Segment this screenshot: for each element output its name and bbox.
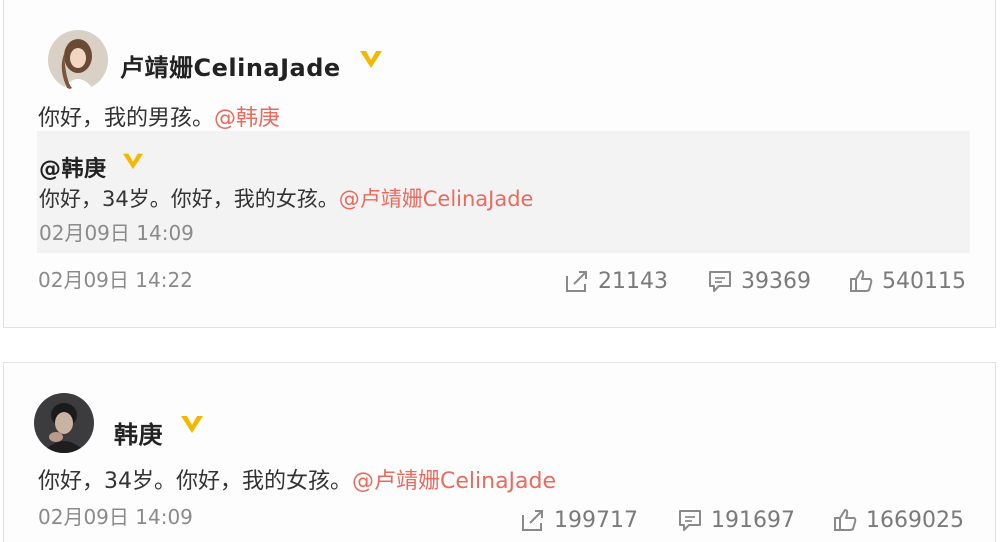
like-count: 540115 xyxy=(882,268,966,294)
author-name[interactable]: 韩庚 xyxy=(114,415,163,450)
verified-v-icon xyxy=(360,51,382,68)
post-text: 你好，34岁。你好，我的女孩。@卢靖姗CelinaJade xyxy=(38,463,556,495)
post-timestamp[interactable]: 02月09日 14:22 xyxy=(38,264,193,293)
mention-link[interactable]: @卢靖姗CelinaJade xyxy=(352,469,556,494)
comment-count: 191697 xyxy=(711,507,795,533)
author-name[interactable]: 卢靖姗CelinaJade xyxy=(120,48,341,83)
mention-link[interactable]: @韩庚 xyxy=(214,106,280,131)
comment-button[interactable]: 191697 xyxy=(677,507,795,533)
like-icon xyxy=(834,509,857,531)
post-card: 韩庚 你好，34岁。你好，我的女孩。@卢靖姗CelinaJade 02月09日 … xyxy=(3,362,996,542)
like-button[interactable]: 540115 xyxy=(848,268,966,294)
share-count: 21143 xyxy=(598,268,668,294)
share-button[interactable]: 21143 xyxy=(564,268,668,294)
share-count: 199717 xyxy=(554,507,638,533)
verified-v-icon xyxy=(123,153,143,170)
like-count: 1669025 xyxy=(866,507,964,533)
comment-button[interactable]: 39369 xyxy=(707,268,811,294)
post-text-body: 你好，34岁。你好，我的女孩。 xyxy=(38,469,352,494)
mention-link[interactable]: @卢靖姗CelinaJade xyxy=(339,187,534,211)
comment-icon xyxy=(709,271,731,292)
post-card: 卢靖姗CelinaJade 你好，我的男孩。@韩庚 @韩庚 你好，34岁。你好，… xyxy=(3,0,996,328)
repost-text: 你好，34岁。你好，我的女孩。@卢靖姗CelinaJade xyxy=(39,183,533,213)
post-text: 你好，我的男孩。@韩庚 xyxy=(38,100,280,132)
comment-icon xyxy=(679,510,701,531)
share-icon xyxy=(566,271,587,292)
post-timestamp[interactable]: 02月09日 14:09 xyxy=(38,501,193,530)
share-icon xyxy=(522,510,543,531)
like-button[interactable]: 1669025 xyxy=(832,507,964,533)
post-text-body: 你好，我的男孩。 xyxy=(38,106,215,131)
repost-box[interactable]: @韩庚 你好，34岁。你好，我的女孩。@卢靖姗CelinaJade 02月09日… xyxy=(37,131,970,253)
avatar[interactable] xyxy=(48,30,108,90)
avatar[interactable] xyxy=(34,393,94,453)
repost-text-body: 你好，34岁。你好，我的女孩。 xyxy=(39,187,339,211)
like-icon xyxy=(850,270,873,292)
repost-timestamp[interactable]: 02月09日 14:09 xyxy=(39,217,194,246)
comment-count: 39369 xyxy=(741,268,811,294)
repost-author[interactable]: @韩庚 xyxy=(39,151,107,183)
share-button[interactable]: 199717 xyxy=(520,507,638,533)
verified-v-icon xyxy=(181,416,203,433)
